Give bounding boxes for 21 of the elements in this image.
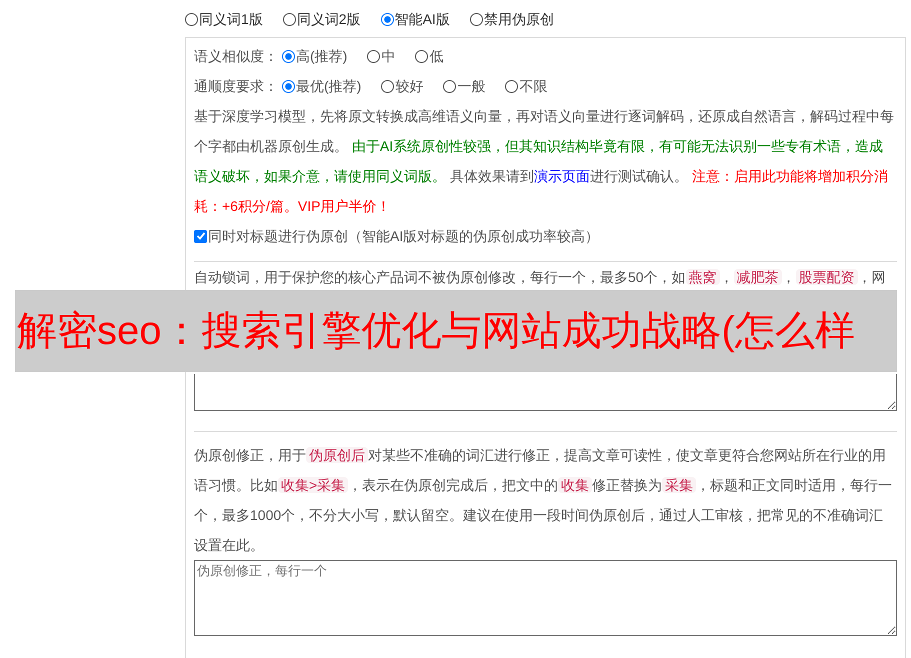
lock-words-input[interactable] xyxy=(194,374,897,411)
radio-option[interactable]: 低 xyxy=(415,46,444,66)
radio-option[interactable]: 同义词2版 xyxy=(282,8,361,30)
option-label: 通顺度要求： xyxy=(194,76,278,96)
radio-option[interactable]: 较好 xyxy=(381,76,424,96)
ai-description-text: 基于深度学习模型，先将原文转换成高维语义向量，再对语义向量进行逐词解码，还原成自然语言，解码过程中每个字都由机器原创生成。 由于AI系统原创性较强，但其知识结构毕竟有限，有可能无法识别一些专有术语，造成语义破坏，如果介意，请使用同义词版。 具体效果请到演示页面进行测试确认。 注意：启用此功能将增加积分消耗：+6积分/篇。VIP用户半价！ xyxy=(194,107,895,216)
radio-option[interactable]: 同义词1版 xyxy=(185,8,263,30)
radio-option[interactable]: 不限 xyxy=(505,76,548,96)
radio-option[interactable]: 一般 xyxy=(443,76,486,96)
demo-page-link[interactable]: 演示页面 xyxy=(534,168,590,184)
title-banner: 解密seo：搜索引擎优化与网站成功战略(怎么样 xyxy=(15,290,897,372)
radio-option[interactable]: 禁用伪原创 xyxy=(470,8,554,30)
option-label: 语义相似度： xyxy=(194,46,278,66)
correction-input[interactable]: 伪原创修正，每行一个 xyxy=(194,560,897,636)
radio-option[interactable]: 智能AI版 xyxy=(380,8,450,30)
lock-words-description: 自动锁词，用于保护您的核心产品词不被伪原创修改，每行一个，最多50个，如 燕窝 ， 减肥茶 ， 股票配资 ，网 xyxy=(194,268,887,287)
radio-option[interactable]: 高(推荐) xyxy=(282,46,348,66)
title-checkbox-option[interactable]: 同时对标题进行伪原创（智能AI版对标题的伪原创成功率较高） xyxy=(194,221,897,251)
correction-description: 伪原创修正，用于 伪原创后 对某些不准确的词汇进行修正，提高文章可读性，使文章更符合您网站所在行业的用语习惯。比如 收集>采集 ，表示在伪原创完成后，把文中的 收集 修正替换为 采集 ，标题和正文同时适用，每行一个，最多1000个，不分大小写，默认留空。建议在使用一段时间伪原创后，通过人工审核，把常见的不准确词汇设置在此。 xyxy=(194,446,894,555)
radio-option[interactable]: 中 xyxy=(367,46,396,66)
radio-option[interactable]: 最优(推荐) xyxy=(282,76,362,96)
